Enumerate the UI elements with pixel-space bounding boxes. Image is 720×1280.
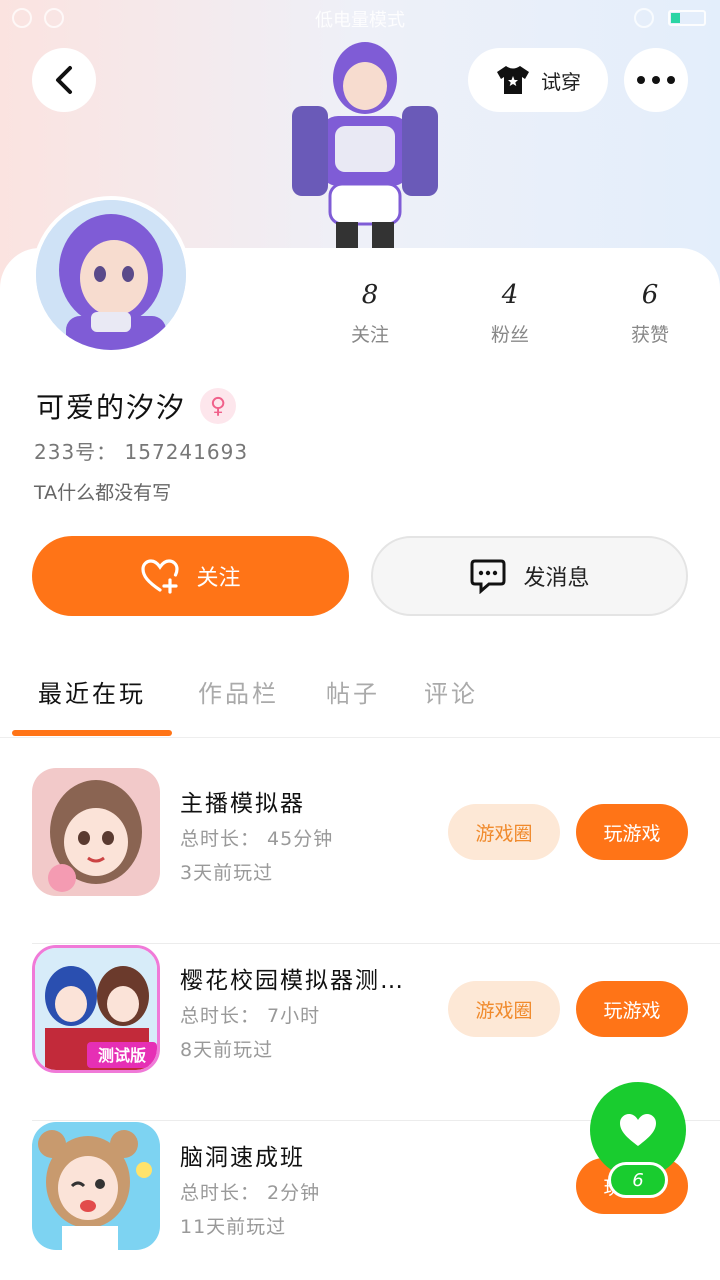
heart-plus-icon <box>141 559 180 594</box>
send-message-label: 发消息 <box>523 566 590 591</box>
game-circle-button[interactable]: 游戏圈 <box>448 804 560 860</box>
following-label: 关注 <box>350 324 389 346</box>
game-last-played: 11天前玩过 <box>180 1216 287 1238</box>
game-last-played: 3天前玩过 <box>180 862 274 884</box>
play-game-button[interactable]: 玩游戏 <box>576 981 688 1037</box>
tab-comments[interactable]: 评论 <box>424 674 478 709</box>
game-icon[interactable] <box>32 768 160 896</box>
profile-tabs: 最近在玩 作品栏 帖子 评论 <box>0 660 720 738</box>
try-on-button[interactable]: 试穿 <box>468 48 608 112</box>
test-version-badge: 测试版 <box>98 1046 146 1065</box>
no-sim-icon <box>12 8 32 28</box>
tab-works[interactable]: 作品栏 <box>198 674 279 709</box>
likes-count: 6 <box>641 280 659 310</box>
send-message-button[interactable]: 发消息 <box>371 536 688 616</box>
chat-bubble-icon <box>470 559 506 594</box>
low-power-mode-text: 低电量模式 <box>315 10 405 31</box>
chevron-left-icon <box>56 66 72 94</box>
avatar-character-image <box>280 36 450 250</box>
game-duration: 总时长： 2分钟 <box>180 1182 321 1204</box>
wifi-icon <box>44 8 64 28</box>
followers-label: 粉丝 <box>490 324 529 346</box>
play-game-button[interactable]: 玩游戏 <box>576 804 688 860</box>
stat-following[interactable]: 8 关注 <box>300 280 440 347</box>
following-count: 8 <box>361 280 379 310</box>
stat-followers[interactable]: 4 粉丝 <box>440 280 580 347</box>
battery-icon <box>668 10 706 26</box>
tab-posts[interactable]: 帖子 <box>326 674 380 709</box>
status-bar: 低电量模式 <box>0 0 720 38</box>
name-row: 可爱的汐汐 ♀ <box>36 386 237 426</box>
game-last-played: 8天前玩过 <box>180 1039 274 1061</box>
followers-count: 4 <box>501 280 519 310</box>
mute-icon <box>634 8 654 28</box>
back-button[interactable] <box>32 48 96 112</box>
game-duration: 总时长： 45分钟 <box>180 828 334 850</box>
game-title: 樱花校园模拟器测… <box>180 968 405 994</box>
more-dots-icon <box>637 76 675 84</box>
heart-icon <box>620 1114 656 1146</box>
game-icon[interactable] <box>32 1122 160 1250</box>
follow-label: 关注 <box>196 566 241 591</box>
user-id: 233号： 157241693 <box>34 440 249 464</box>
like-count-badge: 6 <box>608 1162 668 1198</box>
female-gender-icon: ♀ <box>200 388 237 424</box>
avatar[interactable] <box>32 196 190 354</box>
follow-button[interactable]: 关注 <box>32 536 349 616</box>
game-title: 主播模拟器 <box>180 791 305 817</box>
more-options-button[interactable] <box>624 48 688 112</box>
game-duration: 总时长： 7小时 <box>180 1005 321 1027</box>
profile-stats: 8 关注 4 粉丝 6 获赞 <box>300 280 720 347</box>
tab-recently-played[interactable]: 最近在玩 <box>38 674 146 709</box>
active-tab-indicator <box>12 730 172 736</box>
likes-label: 获赞 <box>630 324 669 346</box>
tshirt-icon <box>497 66 529 94</box>
list-item[interactable]: 主播模拟器 总时长： 45分钟 3天前玩过 游戏圈 玩游戏 <box>32 768 720 944</box>
try-on-label: 试穿 <box>541 69 581 94</box>
game-icon[interactable]: 测试版 <box>32 945 160 1073</box>
stat-likes[interactable]: 6 获赞 <box>580 280 720 347</box>
profile-bio: TA什么都没有写 <box>34 482 172 504</box>
profile-name: 可爱的汐汐 <box>36 391 187 424</box>
game-circle-button[interactable]: 游戏圈 <box>448 981 560 1037</box>
game-title: 脑洞速成班 <box>180 1145 305 1171</box>
